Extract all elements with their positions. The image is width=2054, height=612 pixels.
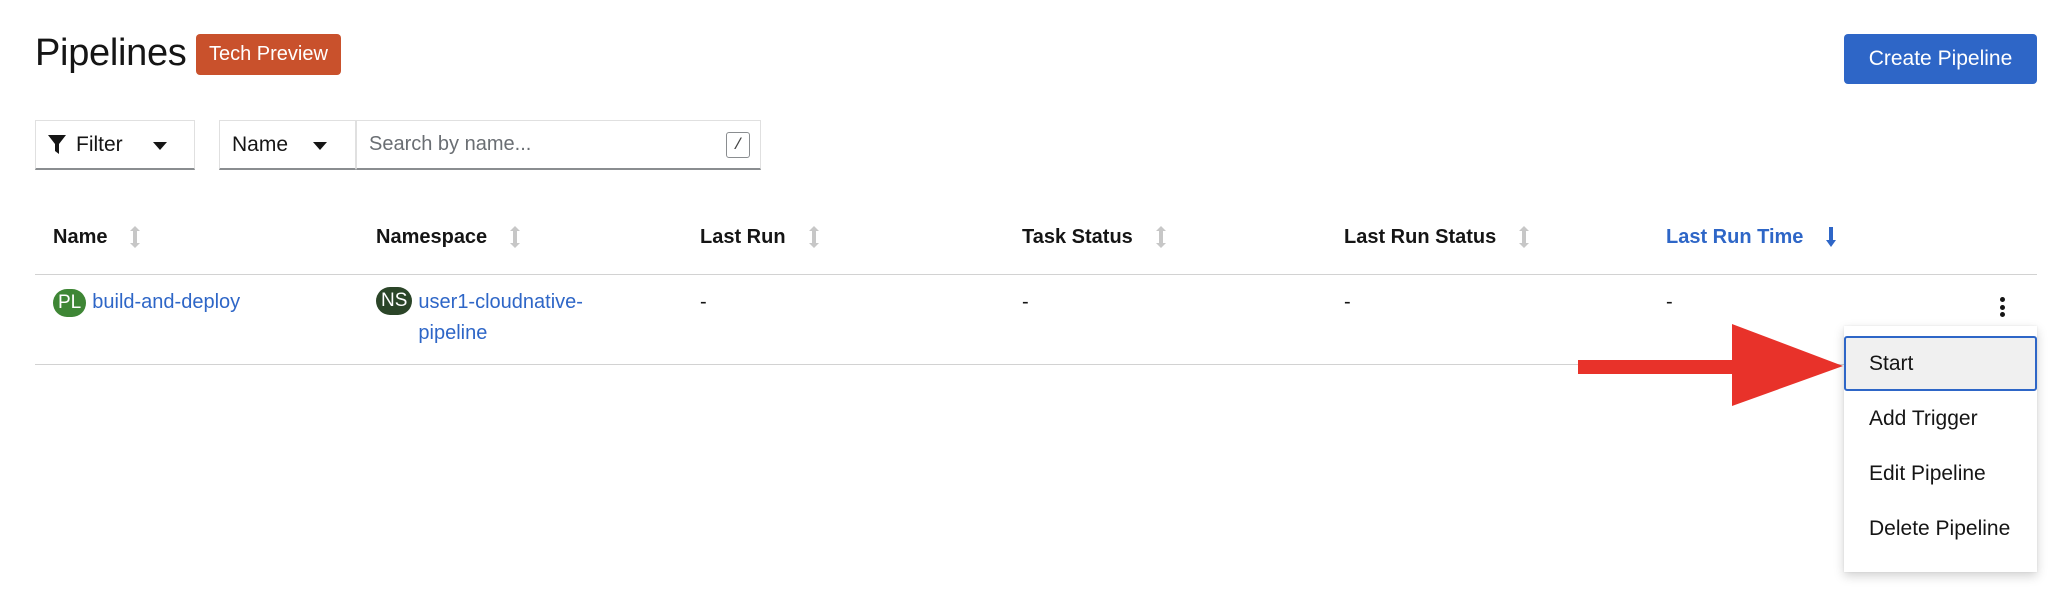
column-header-last-run-time[interactable]: Last Run Time bbox=[1666, 222, 1837, 252]
namespace-cell: NS user1-cloudnative-pipeline bbox=[376, 287, 603, 349]
pipeline-link[interactable]: build-and-deploy bbox=[92, 291, 240, 313]
pipeline-name-cell: PL build-and-deploy bbox=[53, 287, 240, 318]
column-header-last-run-status[interactable]: Last Run Status bbox=[1344, 222, 1530, 252]
chevron-down-icon bbox=[313, 142, 327, 150]
task-status-cell: - bbox=[1022, 291, 1029, 313]
last-run-cell: - bbox=[700, 291, 707, 313]
column-header-last-run[interactable]: Last Run bbox=[700, 222, 820, 252]
column-header-label: Name bbox=[53, 225, 108, 248]
sort-arrows-icon bbox=[129, 225, 141, 249]
menu-item-edit-pipeline[interactable]: Edit Pipeline bbox=[1844, 446, 2037, 501]
menu-item-start[interactable]: Start bbox=[1844, 336, 2037, 391]
namespace-resource-badge: NS bbox=[376, 287, 413, 315]
column-header-label: Last Run Time bbox=[1666, 225, 1804, 248]
column-header-namespace[interactable]: Namespace bbox=[376, 222, 521, 252]
column-header-name[interactable]: Name bbox=[53, 222, 141, 252]
menu-item-add-trigger[interactable]: Add Trigger bbox=[1844, 391, 2037, 446]
annotation-arrow-icon bbox=[1578, 324, 1843, 406]
filter-funnel-icon bbox=[48, 134, 66, 155]
chevron-down-icon bbox=[153, 142, 167, 150]
kebab-menu-icon[interactable] bbox=[1994, 294, 2010, 320]
sort-descending-icon bbox=[1825, 225, 1837, 249]
search-field-select[interactable]: Name bbox=[219, 120, 356, 170]
filter-dropdown[interactable]: Filter bbox=[35, 120, 195, 170]
pipeline-actions-menu: Start Add Trigger Edit Pipeline Delete P… bbox=[1844, 326, 2037, 572]
column-header-task-status[interactable]: Task Status bbox=[1022, 222, 1167, 252]
search-box: / bbox=[356, 120, 761, 170]
sort-arrows-icon bbox=[509, 225, 521, 249]
create-pipeline-button[interactable]: Create Pipeline bbox=[1844, 34, 2037, 84]
namespace-link[interactable]: user1-cloudnative-pipeline bbox=[418, 287, 603, 349]
last-run-time-cell: - bbox=[1666, 291, 1673, 313]
sort-arrows-icon bbox=[808, 225, 820, 249]
pipelines-page: Pipelines Tech Preview Create Pipeline F… bbox=[0, 0, 2054, 612]
sort-arrows-icon bbox=[1155, 225, 1167, 249]
last-run-status-cell: - bbox=[1344, 291, 1351, 313]
filter-label: Filter bbox=[76, 132, 123, 156]
menu-item-delete-pipeline[interactable]: Delete Pipeline bbox=[1844, 501, 2037, 556]
search-field-label: Name bbox=[232, 132, 289, 156]
column-header-label: Last Run bbox=[700, 225, 786, 248]
column-header-label: Last Run Status bbox=[1344, 225, 1497, 248]
keyboard-shortcut-hint: / bbox=[726, 132, 750, 158]
sort-arrows-icon bbox=[1518, 225, 1530, 249]
page-title: Pipelines bbox=[35, 32, 187, 74]
pipeline-resource-badge: PL bbox=[53, 288, 87, 317]
tech-preview-badge: Tech Preview bbox=[196, 34, 341, 75]
search-input[interactable] bbox=[357, 121, 760, 168]
column-header-label: Task Status bbox=[1022, 225, 1133, 248]
column-header-label: Namespace bbox=[376, 225, 488, 248]
table-header-divider bbox=[35, 274, 2037, 275]
